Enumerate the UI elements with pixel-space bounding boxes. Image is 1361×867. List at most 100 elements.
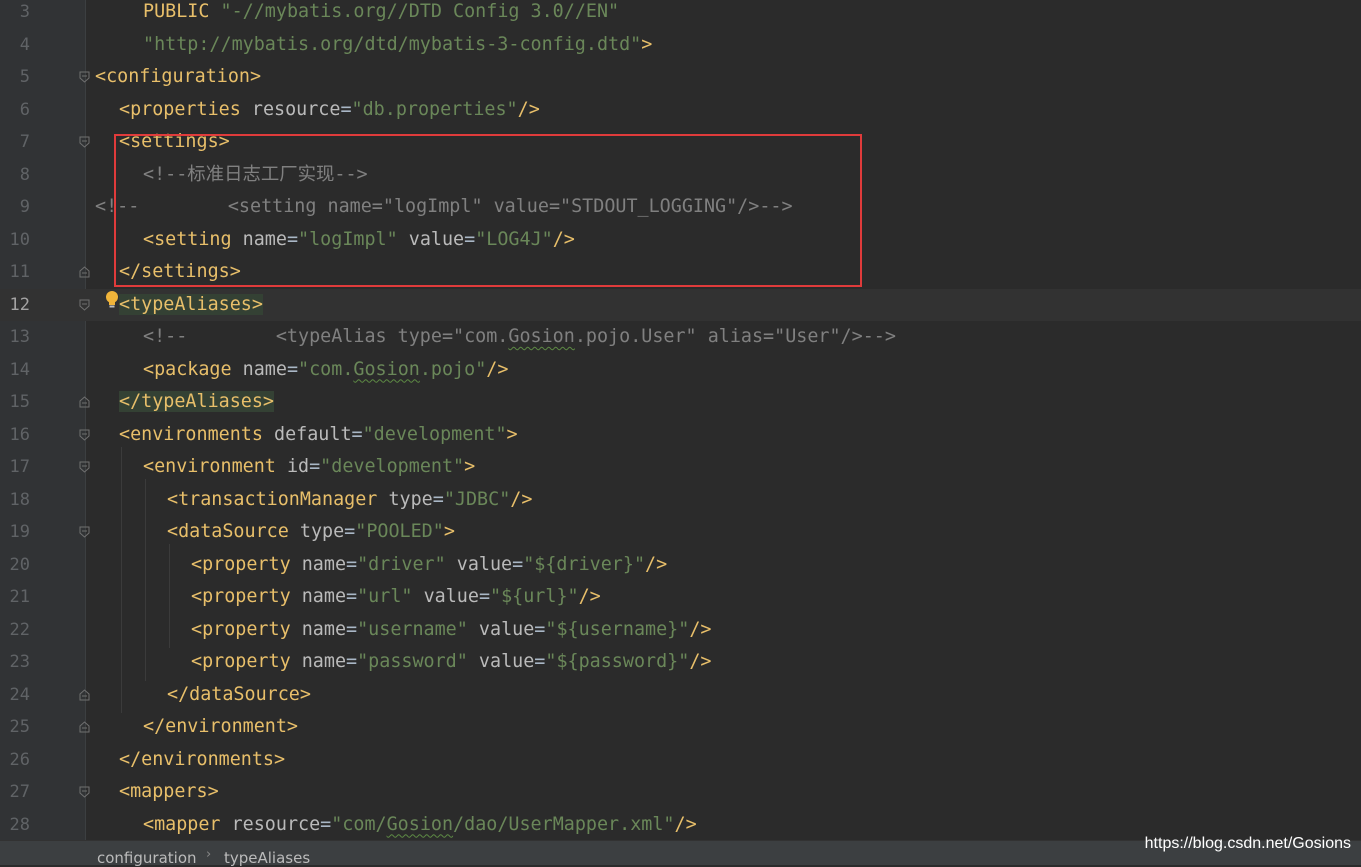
code-text: <environments default="development"> xyxy=(119,419,518,452)
code-token: = xyxy=(432,488,444,510)
code-token: <property xyxy=(191,553,302,575)
code-text: PUBLIC "-//mybatis.org//DTD Config 3.0//… xyxy=(143,0,619,29)
code-line[interactable]: 4 "http://mybatis.org/dtd/mybatis-3-confi… xyxy=(0,29,1361,62)
code-token: "com/ xyxy=(331,813,387,835)
code-token: = xyxy=(340,98,352,120)
code-line[interactable]: 14 <package name="com.Gosion.pojo"/> xyxy=(0,354,1361,387)
code-token: = xyxy=(309,456,321,477)
code-token: value xyxy=(456,553,513,575)
code-token: id xyxy=(286,456,310,477)
fold-open-icon[interactable] xyxy=(79,461,90,473)
line-number: 19 xyxy=(9,522,30,542)
lightbulb-icon[interactable] xyxy=(104,290,120,310)
code-token: </typeAliases> xyxy=(119,391,275,412)
fold-open-icon[interactable] xyxy=(79,786,90,798)
annotation-highlight-box xyxy=(114,134,862,287)
code-token: <environments xyxy=(119,423,275,445)
code-line[interactable]: 26 </environments> xyxy=(0,744,1361,777)
fold-close-icon[interactable] xyxy=(79,721,90,733)
code-token: /> xyxy=(689,651,712,672)
code-token: "http://mybatis.org/dtd/mybatis-3-config… xyxy=(143,33,642,55)
fold-close-icon[interactable] xyxy=(79,396,90,408)
fold-open-icon[interactable] xyxy=(79,71,90,83)
code-token: = xyxy=(346,651,358,672)
code-text: <property name="password" value="${passw… xyxy=(191,646,711,679)
code-token: <mapper xyxy=(143,813,232,835)
code-token: name xyxy=(301,651,347,672)
code-line[interactable]: 27 <mappers> xyxy=(0,776,1361,809)
code-line[interactable]: 13 <!-- <typeAlias type="com.Gosion.pojo.… xyxy=(0,321,1361,354)
code-token: PUBLIC xyxy=(143,1,221,22)
indent-guide xyxy=(169,544,170,648)
code-token: "${username}" xyxy=(545,618,690,640)
line-number: 10 xyxy=(9,229,30,250)
code-text: </environment> xyxy=(143,711,298,744)
code-token: name xyxy=(301,618,347,640)
code-text: </dataSource> xyxy=(167,679,311,712)
indent-guide xyxy=(121,446,122,713)
code-token: = xyxy=(534,618,546,640)
fold-open-icon[interactable] xyxy=(79,526,90,538)
code-token: <transactionManager xyxy=(167,488,389,510)
code-line[interactable]: 16 <environments default="development"> xyxy=(0,419,1361,452)
code-line[interactable]: 25 </environment> xyxy=(0,711,1361,744)
code-line[interactable]: 22 <property name="username" value="${use… xyxy=(0,614,1361,647)
code-token: name xyxy=(301,553,347,575)
code-line[interactable]: 12 <typeAliases> xyxy=(0,288,1361,321)
code-text: <transactionManager type="JDBC"/> xyxy=(167,484,532,517)
code-token: <typeAliases> xyxy=(119,293,263,315)
code-line[interactable]: 21 <property name="url" value="${url}"/> xyxy=(0,581,1361,614)
code-line[interactable]: 23 <property name="password" value="${pas… xyxy=(0,646,1361,679)
line-number: 20 xyxy=(9,554,30,575)
code-token: "${password}" xyxy=(545,651,690,672)
code-token: = xyxy=(534,651,546,672)
code-token: "driver" xyxy=(357,553,446,575)
line-number: 26 xyxy=(9,749,30,770)
code-token: /> xyxy=(689,618,712,640)
breadcrumb-item-typealiases[interactable]: typeAliases xyxy=(224,849,310,867)
code-token: = xyxy=(346,586,358,607)
line-number: 15 xyxy=(9,392,30,412)
code-token: "-//mybatis.org//DTD Config 3.0//EN" xyxy=(220,1,620,22)
breadcrumb-item-configuration[interactable]: configuration xyxy=(97,849,197,867)
code-text: </environments> xyxy=(119,744,285,777)
code-line[interactable]: 3 PUBLIC "-//mybatis.org//DTD Config 3.0/… xyxy=(0,0,1361,29)
watermark: https://blog.csdn.net/Gosions xyxy=(1144,835,1351,852)
code-text: <mapper resource="com/Gosion/dao/UserMap… xyxy=(143,809,697,841)
code-token: .pojo" xyxy=(419,358,487,380)
code-line[interactable]: 24 </dataSource> xyxy=(0,679,1361,712)
code-text: </typeAliases> xyxy=(119,386,275,419)
code-token: resource xyxy=(231,813,321,835)
code-line[interactable]: 19 <dataSource type="POOLED"> xyxy=(0,516,1361,549)
line-number: 27 xyxy=(9,782,30,802)
breadcrumb-separator-icon: › xyxy=(206,847,212,862)
fold-close-icon[interactable] xyxy=(79,266,90,278)
line-number: 5 xyxy=(19,67,30,87)
fold-close-icon[interactable] xyxy=(79,688,90,701)
fold-open-icon[interactable] xyxy=(79,136,90,148)
code-token: > xyxy=(506,423,518,445)
code-line[interactable]: 5 <configuration> xyxy=(0,61,1361,94)
code-line[interactable]: 15 </typeAliases> xyxy=(0,386,1361,419)
code-token: <property xyxy=(191,618,302,640)
fold-open-icon[interactable] xyxy=(79,299,90,311)
code-token: <properties xyxy=(119,98,252,120)
line-number: 4 xyxy=(19,34,30,55)
code-token: value xyxy=(478,651,535,672)
code-token: /> xyxy=(510,488,533,510)
code-token: .pojo.User" alias="User"/>--> xyxy=(574,326,896,347)
code-text: <!-- <typeAlias type="com.Gosion.pojo.Us… xyxy=(143,321,896,354)
line-number: 17 xyxy=(9,457,30,477)
code-text: <mappers> xyxy=(119,776,219,809)
code-token: /> xyxy=(486,358,509,380)
code-line[interactable]: 6 <properties resource="db.properties"/> xyxy=(0,94,1361,127)
line-number: 25 xyxy=(9,717,30,737)
code-line[interactable]: 18 <transactionManager type="JDBC"/> xyxy=(0,484,1361,517)
code-editor[interactable]: 3 PUBLIC "-//mybatis.org//DTD Config 3.0/… xyxy=(0,0,1361,840)
line-number: 6 xyxy=(19,99,30,120)
code-token: = xyxy=(478,586,491,607)
code-line[interactable]: 20 <property name="driver" value="${drive… xyxy=(0,549,1361,582)
code-line[interactable]: 17 <environment id="development"> xyxy=(0,451,1361,484)
fold-open-icon[interactable] xyxy=(79,429,90,441)
